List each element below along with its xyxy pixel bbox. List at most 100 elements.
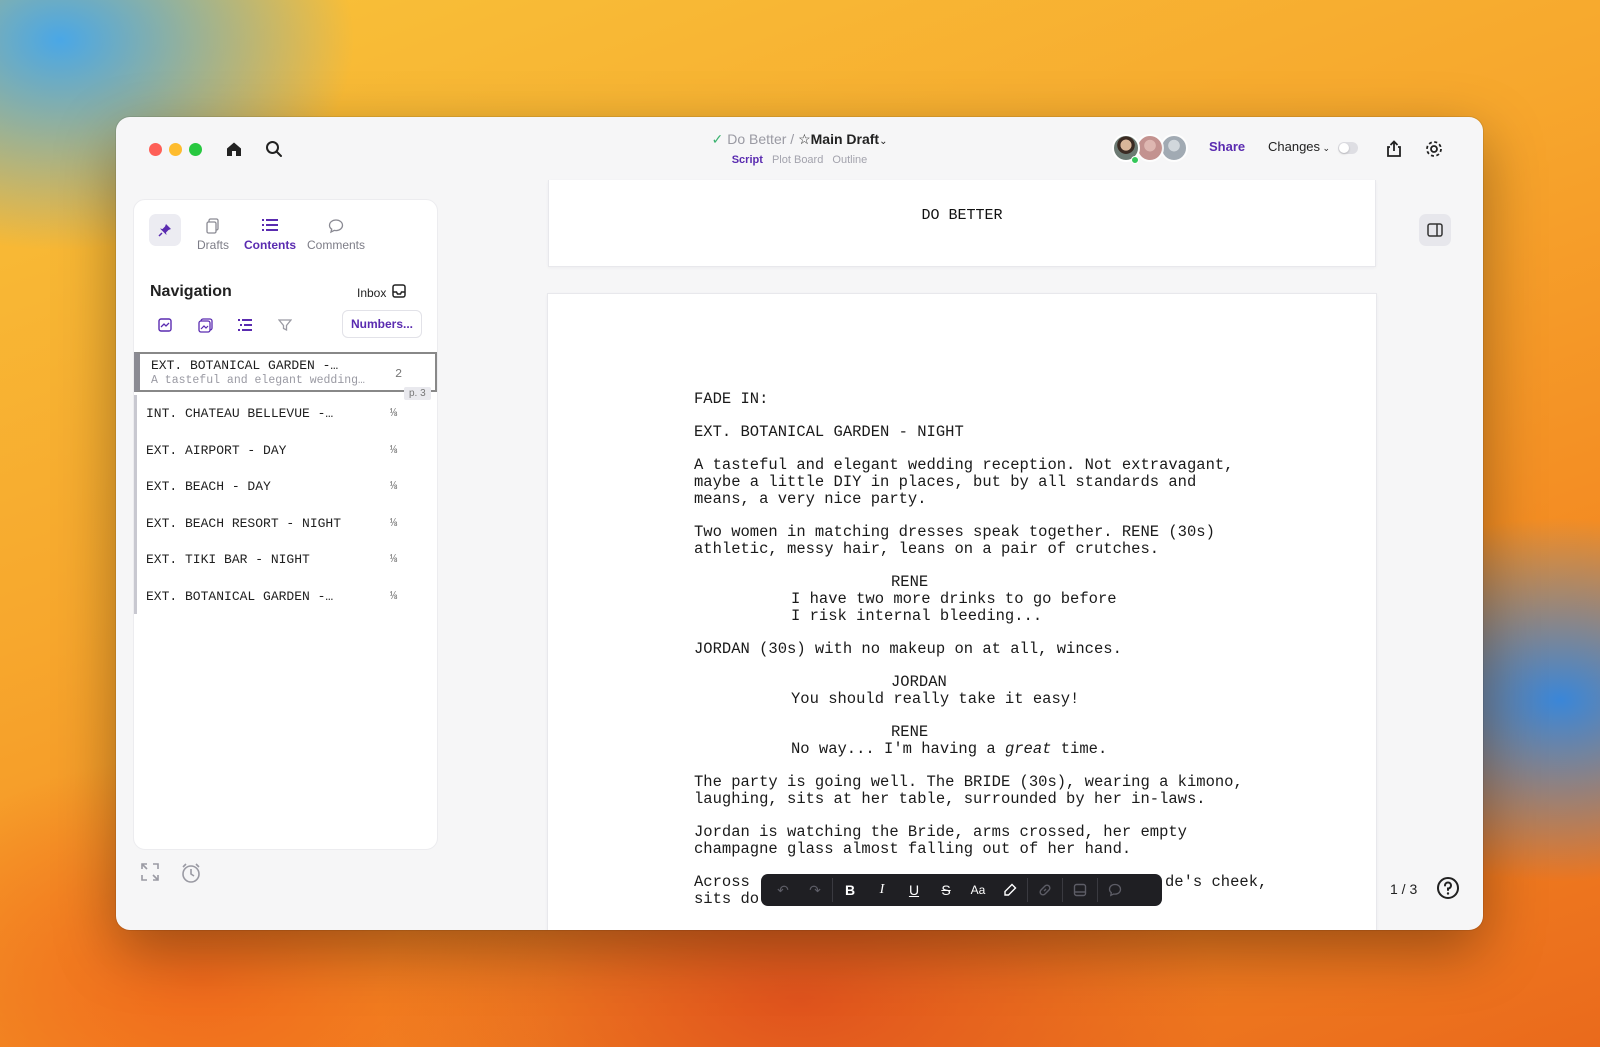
dialogue-line[interactable]: You should really take it easy! bbox=[791, 691, 1079, 708]
project-name[interactable]: Do Better bbox=[727, 131, 786, 147]
highlighter-icon[interactable] bbox=[994, 876, 1026, 904]
numbers-button[interactable]: Numbers... bbox=[342, 310, 422, 338]
character-line[interactable]: RENE bbox=[891, 574, 928, 591]
action-line[interactable]: de's cheek, bbox=[1165, 874, 1267, 891]
changes-toggle[interactable] bbox=[1338, 142, 1358, 154]
scene-heading: EXT. BOTANICAL GARDEN -… bbox=[146, 588, 334, 604]
chevron-down-icon: ⌄ bbox=[1320, 143, 1331, 153]
action-line[interactable]: Across bbox=[694, 874, 750, 891]
scene-item-6[interactable]: EXT. TIKI BAR - NIGHT ⅛ bbox=[134, 541, 437, 578]
redo-icon[interactable]: ↷ bbox=[799, 876, 831, 904]
scene-heading: EXT. AIRPORT - DAY bbox=[146, 442, 287, 458]
scene-item-1[interactable]: EXT. BOTANICAL GARDEN -… A tasteful and … bbox=[134, 352, 437, 392]
scene-summary: A tasteful and elegant wedding… bbox=[151, 374, 365, 387]
export-icon[interactable] bbox=[1382, 137, 1406, 161]
tab-comments-label: Comments bbox=[307, 238, 366, 252]
share-button[interactable]: Share bbox=[1209, 139, 1245, 154]
undo-icon[interactable]: ↶ bbox=[767, 876, 799, 904]
navigation-sidebar: Drafts Contents Comments Navigation Inbo… bbox=[133, 199, 438, 850]
scene-cards-icon[interactable] bbox=[152, 312, 178, 338]
tab-outline[interactable]: Outline bbox=[832, 154, 867, 166]
saved-check-icon: ✓ bbox=[711, 131, 724, 147]
scene-length: ⅛ bbox=[390, 406, 398, 420]
tab-comments[interactable]: Comments bbox=[307, 218, 365, 252]
link-icon[interactable] bbox=[1029, 876, 1061, 904]
action-line[interactable]: The party is going well. The BRIDE (30s)… bbox=[694, 774, 1243, 791]
action-line[interactable]: champagne glass almost falling out of he… bbox=[694, 841, 1131, 858]
format-toolbar: ↶ ↷ B I U S Aa bbox=[761, 874, 1162, 906]
changes-dropdown[interactable]: Changes ⌄ bbox=[1268, 139, 1330, 154]
scene-item-5[interactable]: EXT. BEACH RESORT - NIGHT ⅛ bbox=[134, 504, 437, 541]
inbox-button[interactable]: Inbox bbox=[357, 284, 407, 301]
help-icon[interactable] bbox=[1436, 876, 1460, 900]
avatar[interactable] bbox=[1136, 134, 1164, 162]
action-line[interactable]: means, a very nice party. bbox=[694, 491, 927, 508]
scene-list: EXT. BOTANICAL GARDEN -… A tasteful and … bbox=[134, 352, 437, 614]
page-count: 1 / 3 bbox=[1390, 881, 1418, 897]
scene-length: ⅛ bbox=[390, 552, 398, 566]
script-page[interactable]: FADE IN: EXT. BOTANICAL GARDEN - NIGHT A… bbox=[547, 293, 1377, 930]
action-line[interactable]: Two women in matching dresses speak toge… bbox=[694, 524, 1215, 541]
note-icon[interactable] bbox=[1064, 876, 1096, 904]
dialogue-line[interactable]: I risk internal bleeding... bbox=[791, 608, 1042, 625]
italic-button[interactable]: I bbox=[866, 876, 898, 904]
action-line[interactable]: Jordan is watching the Bride, arms cross… bbox=[694, 824, 1187, 841]
app-window: ✓ Do Better / ☆Main Draft⌄ Script Plot Bo… bbox=[116, 117, 1483, 930]
action-line[interactable]: JORDAN (30s) with no makeup on at all, w… bbox=[694, 641, 1122, 658]
bold-button[interactable]: B bbox=[834, 876, 866, 904]
gear-icon[interactable] bbox=[1422, 137, 1446, 161]
action-line[interactable]: maybe a little DIY in places, but by all… bbox=[694, 474, 1196, 491]
scene-heading: EXT. BEACH - DAY bbox=[146, 479, 271, 494]
scene-length: ⅛ bbox=[390, 442, 398, 457]
toolbar-divider bbox=[1097, 878, 1098, 902]
toolbar-divider bbox=[832, 878, 833, 902]
draft-name[interactable]: Main Draft bbox=[811, 131, 879, 147]
sidebar-toggle-icon[interactable] bbox=[1419, 214, 1451, 246]
chevron-down-icon[interactable]: ⌄ bbox=[879, 136, 887, 147]
italic-text: great bbox=[1004, 740, 1052, 758]
pin-button[interactable] bbox=[149, 214, 181, 246]
tab-drafts[interactable]: Drafts bbox=[197, 218, 229, 252]
underline-button[interactable]: U bbox=[898, 876, 930, 904]
star-icon[interactable]: ☆ bbox=[798, 131, 811, 147]
scene-item-2[interactable]: INT. CHATEAU BELLEVUE -… ⅛ bbox=[134, 395, 437, 432]
tab-contents[interactable]: Contents bbox=[244, 218, 296, 252]
changes-label: Changes bbox=[1268, 139, 1321, 154]
filter-icon[interactable] bbox=[272, 312, 298, 338]
comment-icon bbox=[307, 218, 365, 236]
character-line[interactable]: JORDAN bbox=[891, 674, 947, 691]
alarm-clock-icon[interactable] bbox=[180, 862, 202, 889]
tab-script[interactable]: Script bbox=[732, 154, 763, 166]
tab-plot-board[interactable]: Plot Board bbox=[772, 154, 823, 166]
character-line[interactable]: RENE bbox=[891, 724, 928, 741]
dialogue-line[interactable]: No way... I'm having a great time. bbox=[791, 741, 1107, 758]
collaborator-avatars[interactable] bbox=[1112, 134, 1192, 164]
text-case-button[interactable]: Aa bbox=[962, 876, 994, 904]
scene-heading-line[interactable]: EXT. BOTANICAL GARDEN - NIGHT bbox=[694, 424, 964, 441]
toolbar-divider bbox=[1027, 878, 1028, 902]
view-tabs: Script Plot Board Outline bbox=[116, 154, 1483, 166]
action-line[interactable]: laughing, sits at her table, surrounded … bbox=[694, 791, 1206, 808]
scene-item-7[interactable]: EXT. BOTANICAL GARDEN -… ⅛ bbox=[134, 577, 437, 614]
outline-list-icon[interactable] bbox=[232, 312, 258, 338]
image-cards-icon[interactable] bbox=[192, 312, 218, 338]
scene-item-4[interactable]: EXT. BEACH - DAY ⅛ bbox=[134, 468, 437, 505]
tab-drafts-label: Drafts bbox=[197, 238, 230, 252]
strikethrough-button[interactable]: S bbox=[930, 876, 962, 904]
toolbar-divider bbox=[1062, 878, 1063, 902]
scene-item-3[interactable]: EXT. AIRPORT - DAY ⅛ bbox=[134, 431, 437, 468]
navigation-title: Navigation bbox=[150, 283, 232, 300]
action-line[interactable]: sits do bbox=[694, 891, 759, 908]
dialogue-text: time. bbox=[1051, 740, 1108, 758]
action-line[interactable]: athletic, messy hair, leans on a pair of… bbox=[694, 541, 1159, 558]
online-status-dot bbox=[1131, 156, 1139, 164]
title-page[interactable]: DO BETTER bbox=[548, 180, 1376, 267]
fullscreen-icon[interactable] bbox=[140, 862, 160, 887]
drafts-icon bbox=[197, 218, 229, 236]
transition-line[interactable]: FADE IN: bbox=[694, 391, 768, 408]
action-line[interactable]: A tasteful and elegant wedding reception… bbox=[694, 457, 1234, 474]
dialogue-text: No way... I'm having a bbox=[791, 740, 1005, 758]
avatar[interactable] bbox=[1160, 134, 1188, 162]
comment-icon[interactable] bbox=[1099, 876, 1131, 904]
dialogue-line[interactable]: I have two more drinks to go before bbox=[791, 591, 1117, 608]
